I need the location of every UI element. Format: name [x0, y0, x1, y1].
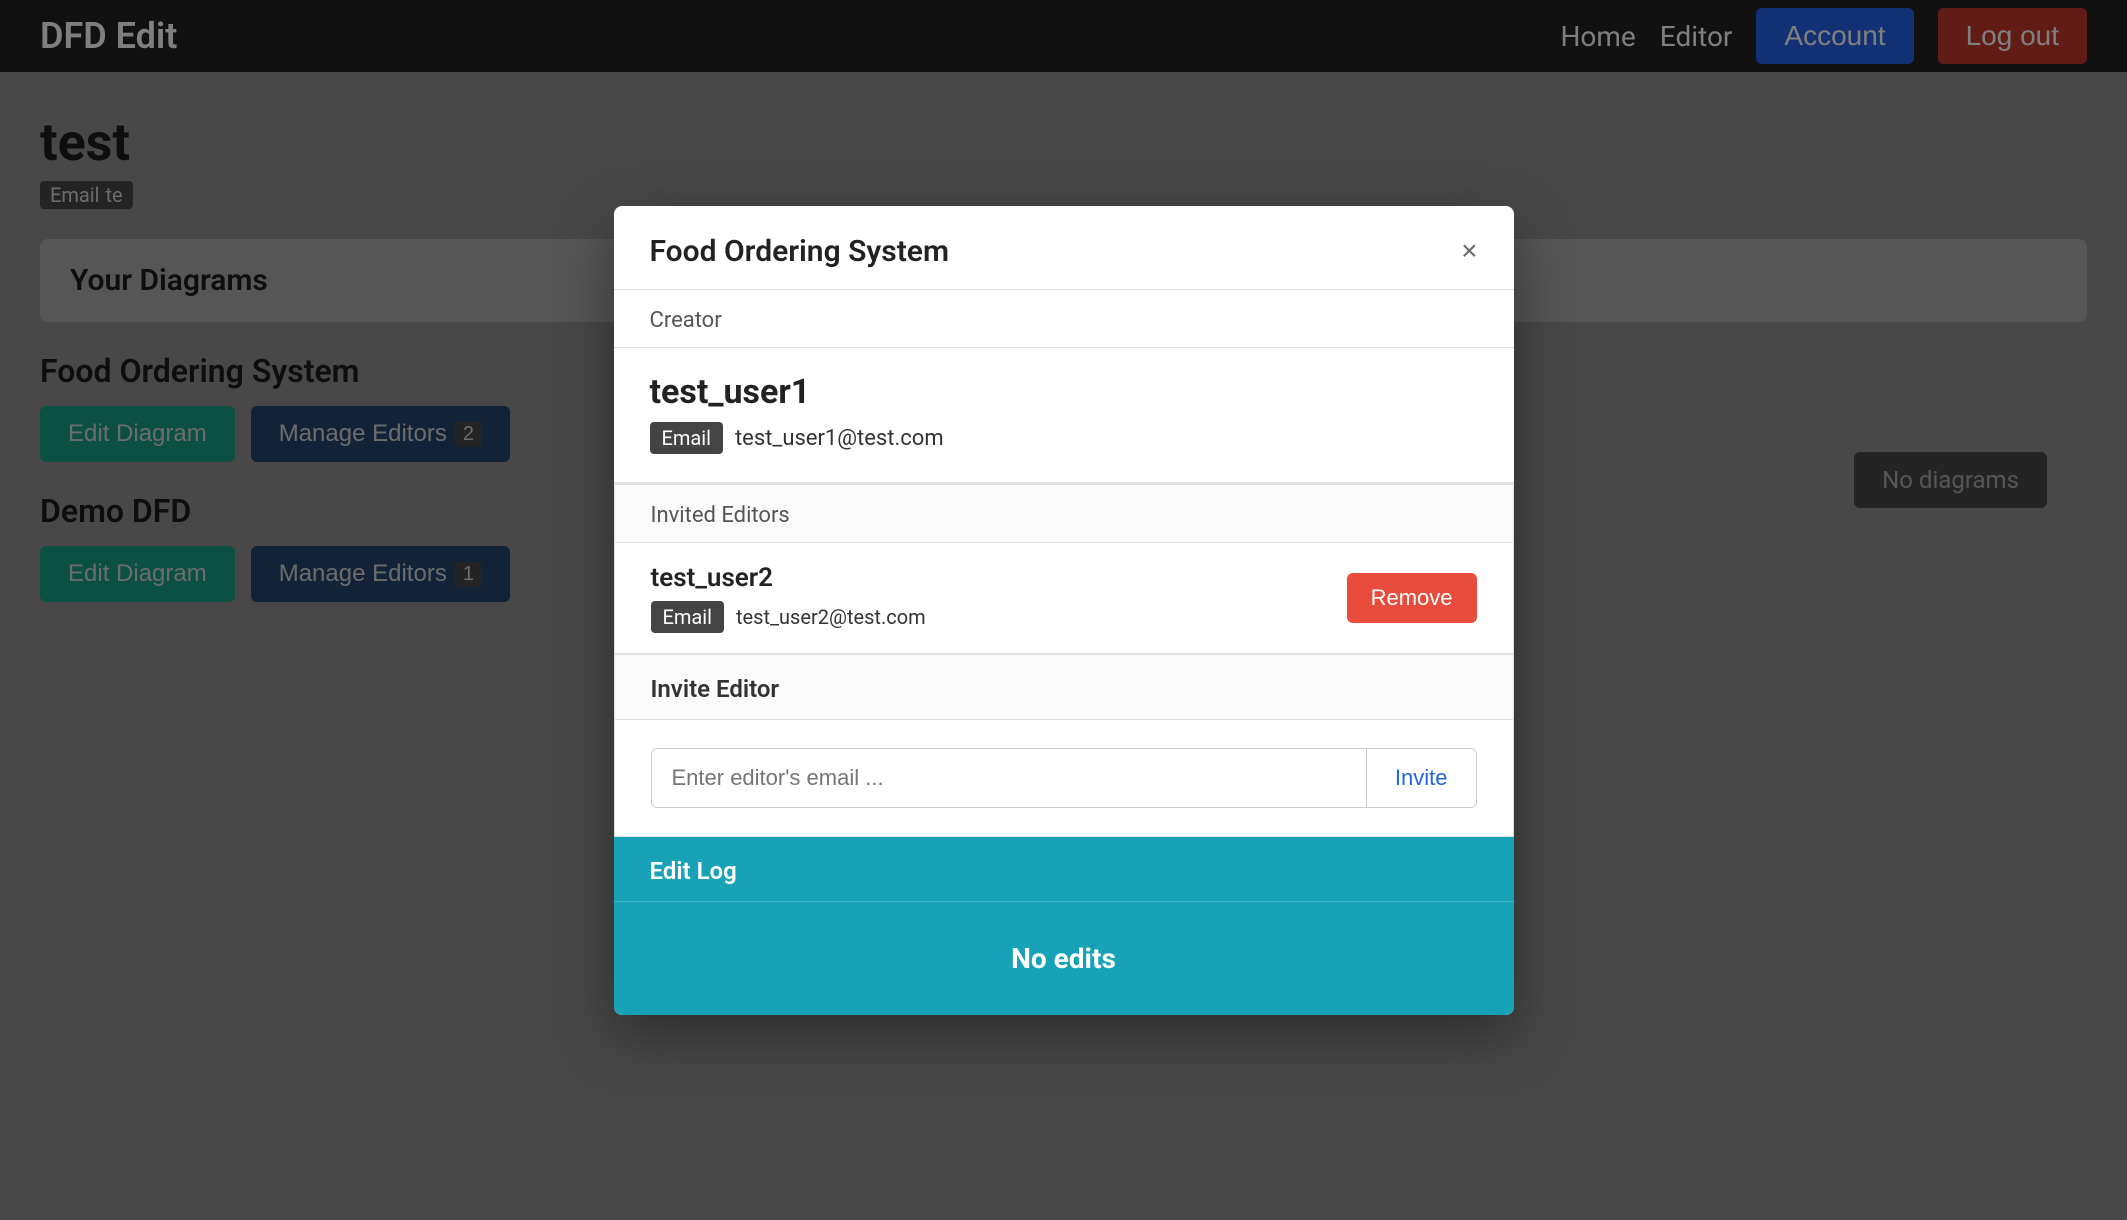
invite-button[interactable]: Invite	[1366, 749, 1476, 807]
edit-log-section: Edit Log No edits	[614, 837, 1514, 1015]
creator-info: test_user1 Email test_user1@test.com	[614, 348, 1514, 484]
invite-row: Invite	[651, 748, 1477, 808]
creator-label: Creator	[614, 290, 1514, 348]
creator-username: test_user1	[650, 372, 1478, 412]
invited-editors-section: Invited Editors test_user2 Email test_us…	[614, 484, 1514, 655]
modal-header: Food Ordering System ×	[614, 206, 1514, 290]
table-row: test_user2 Email test_user2@test.com Rem…	[615, 543, 1513, 654]
invite-email-input[interactable]	[652, 749, 1366, 807]
no-edits-text: No edits	[1011, 942, 1116, 975]
invited-editors-label: Invited Editors	[615, 485, 1513, 543]
edit-log-title: Edit Log	[650, 857, 737, 885]
editor-email-badge-label-0: Email	[663, 605, 713, 629]
creator-email-badge: Email	[650, 422, 724, 454]
creator-section: Creator test_user1 Email test_user1@test…	[614, 290, 1514, 484]
modal-overlay: Food Ordering System × Creator test_user…	[0, 0, 2127, 1220]
editor-email-value-0: test_user2@test.com	[736, 605, 926, 629]
editor-username-0: test_user2	[651, 563, 926, 593]
editor-email-badge-0: Email	[651, 601, 725, 633]
invite-editor-label: Invite Editor	[615, 655, 1513, 720]
creator-email-badge-label: Email	[662, 426, 712, 450]
edit-log-body: No edits	[614, 902, 1514, 1015]
modal: Food Ordering System × Creator test_user…	[614, 206, 1514, 1015]
invite-editor-section: Invite Editor Invite	[614, 654, 1514, 837]
remove-editor-button-0[interactable]: Remove	[1347, 573, 1477, 623]
creator-email-value: test_user1@test.com	[735, 426, 944, 451]
modal-body: Creator test_user1 Email test_user1@test…	[614, 290, 1514, 1015]
modal-title: Food Ordering System	[650, 234, 950, 269]
close-button[interactable]: ×	[1461, 237, 1477, 265]
edit-log-header: Edit Log	[614, 837, 1514, 902]
invite-editor-body: Invite	[615, 720, 1513, 836]
editor-info-0: test_user2 Email test_user2@test.com	[651, 563, 926, 633]
